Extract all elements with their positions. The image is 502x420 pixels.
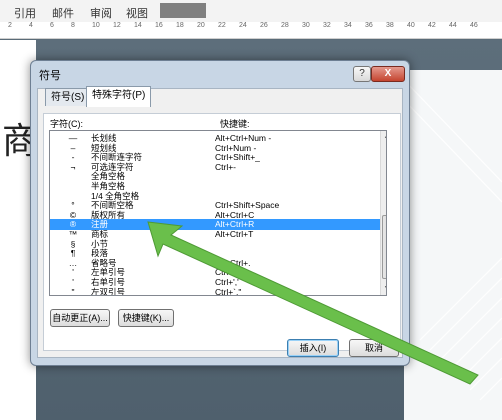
annotation-arrow	[147, 221, 479, 385]
green-arrow-icon	[147, 221, 479, 385]
